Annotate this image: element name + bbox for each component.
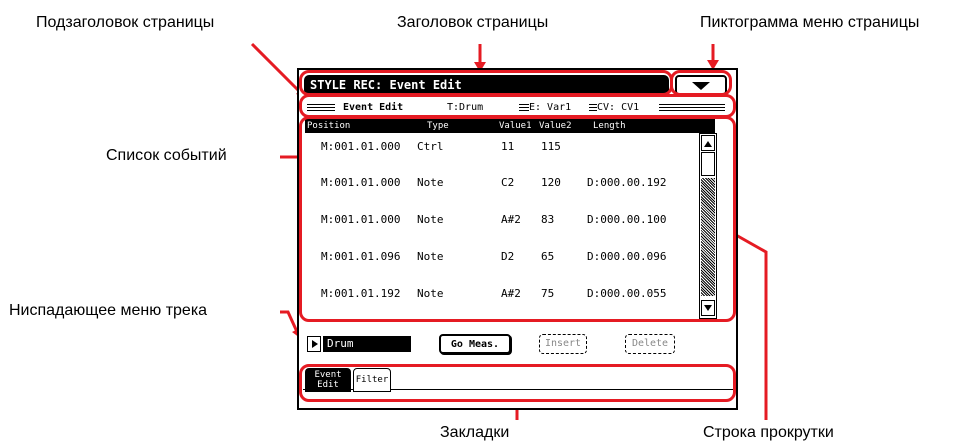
event-value1: C2 bbox=[501, 176, 515, 189]
scroll-down-button[interactable] bbox=[701, 300, 715, 316]
subtitle-page-name: Event Edit bbox=[343, 102, 404, 113]
arrow-down-icon bbox=[704, 305, 712, 311]
subtitle-cv: CV: CV1 bbox=[597, 102, 640, 113]
insert-button[interactable]: Insert bbox=[539, 334, 587, 354]
event-list-scrollbar[interactable] bbox=[699, 133, 717, 319]
event-value1: 11 bbox=[501, 140, 515, 153]
go-meas-button[interactable]: Go Meas. bbox=[439, 334, 511, 354]
event-position: M:001.01.192 bbox=[321, 287, 401, 300]
col-position: Position bbox=[307, 121, 351, 131]
scroll-thumb[interactable] bbox=[701, 152, 715, 176]
col-value1: Value1 bbox=[499, 121, 532, 131]
callout-scrollbar: Строка прокрутки bbox=[703, 424, 834, 441]
subtitle-element: E: Var1 bbox=[529, 102, 572, 113]
chevron-down-icon bbox=[692, 82, 710, 90]
event-length: D:000.00.100 bbox=[587, 213, 667, 226]
event-type: Ctrl bbox=[417, 140, 444, 153]
callout-event-list: Список событий bbox=[106, 147, 227, 164]
event-row[interactable]: M:001.01.096 Note D2 65 D:000.00.096 bbox=[305, 247, 697, 267]
scroll-track[interactable] bbox=[701, 178, 715, 296]
event-row[interactable]: M:001.01.192 Note A#2 75 D:000.00.055 bbox=[305, 284, 697, 304]
track-select[interactable]: Drum bbox=[323, 336, 411, 352]
event-value2: 120 bbox=[541, 176, 561, 189]
event-type: Note bbox=[417, 176, 444, 189]
subtitle-decor-cv bbox=[589, 104, 597, 112]
event-row[interactable]: M:001.01.000 Ctrl 11 115 bbox=[305, 137, 697, 157]
event-value2: 115 bbox=[541, 140, 561, 153]
event-length: D:000.00.055 bbox=[587, 287, 667, 300]
track-menu-button[interactable] bbox=[307, 336, 321, 352]
tab-event-edit[interactable]: Event Edit bbox=[305, 368, 351, 392]
event-value2: 65 bbox=[541, 250, 555, 263]
event-row[interactable]: M:001.01.000 Note A#2 83 D:000.00.100 bbox=[305, 210, 697, 230]
event-position: M:001.01.000 bbox=[321, 140, 401, 153]
event-value2: 83 bbox=[541, 213, 555, 226]
callout-page-menu-icon: Пиктограмма меню страницы bbox=[700, 14, 920, 31]
subtitle-decor-element bbox=[519, 104, 529, 112]
subtitle-decor-right bbox=[659, 104, 725, 112]
tab-filter[interactable]: Filter bbox=[353, 368, 391, 392]
event-type: Note bbox=[417, 213, 444, 226]
subtitle-decor-left bbox=[307, 104, 335, 112]
event-value1: A#2 bbox=[501, 213, 521, 226]
tab-event-edit-label-2: Edit bbox=[317, 380, 339, 390]
callout-page-title: Заголовок страницы bbox=[397, 14, 549, 31]
col-type: Type bbox=[427, 121, 449, 131]
lcd-screen: STYLE REC: Event Edit Event Edit T:Drum … bbox=[297, 68, 738, 410]
callout-tabs: Закладки bbox=[440, 424, 510, 441]
callout-track-menu: Ниспадающее меню трека bbox=[9, 302, 208, 319]
event-position: M:001.01.000 bbox=[321, 176, 401, 189]
event-list[interactable]: M:001.01.000 Ctrl 11 115 M:001.01.000 No… bbox=[305, 133, 697, 318]
leader-track-menu bbox=[280, 310, 300, 335]
page-menu-button[interactable] bbox=[675, 75, 727, 95]
col-value2: Value2 bbox=[539, 121, 572, 131]
event-length: D:000.00.096 bbox=[587, 250, 667, 263]
event-value1: D2 bbox=[501, 250, 515, 263]
event-row[interactable]: M:001.01.000 Note C2 120 D:000.00.192 bbox=[305, 173, 697, 193]
event-position: M:001.01.000 bbox=[321, 213, 401, 226]
play-arrow-icon bbox=[312, 340, 318, 348]
page-subtitle: Event Edit T:Drum E: Var1 CV: CV1 bbox=[307, 100, 729, 116]
delete-button[interactable]: Delete bbox=[625, 334, 675, 354]
scroll-up-button[interactable] bbox=[701, 135, 715, 151]
event-length: D:000.00.192 bbox=[587, 176, 667, 189]
col-length: Length bbox=[593, 121, 626, 131]
arrow-up-icon bbox=[704, 141, 712, 147]
event-value2: 75 bbox=[541, 287, 555, 300]
event-type: Note bbox=[417, 250, 444, 263]
event-position: M:001.01.096 bbox=[321, 250, 401, 263]
event-type: Note bbox=[417, 287, 444, 300]
event-value1: A#2 bbox=[501, 287, 521, 300]
page-title: STYLE REC: Event Edit bbox=[304, 75, 669, 95]
tab-event-edit-label-1: Event bbox=[314, 370, 342, 380]
callout-page-subtitle: Подзаголовок страницы bbox=[36, 14, 215, 31]
subtitle-track: T:Drum bbox=[447, 102, 484, 113]
event-list-header: Position Type Value1 Value2 Length bbox=[305, 119, 715, 133]
